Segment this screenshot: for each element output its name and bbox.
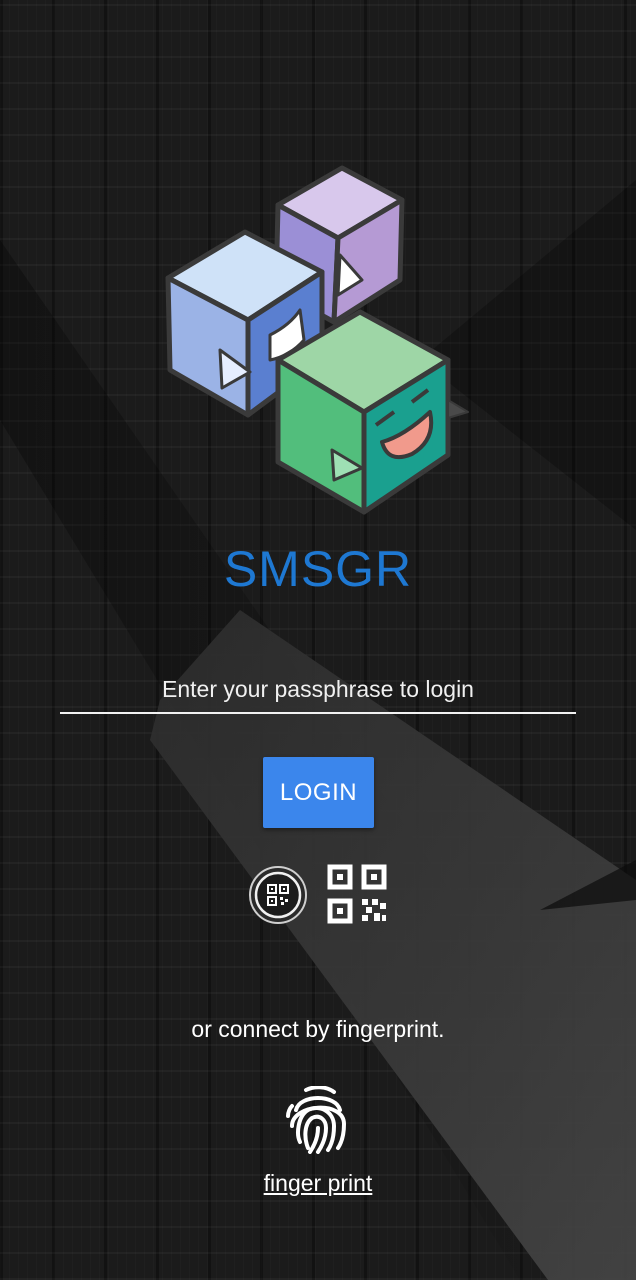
app-title: SMSGR [223, 541, 413, 597]
app-logo [165, 165, 469, 515]
fingerprint-icon[interactable] [286, 1086, 350, 1154]
login-button[interactable]: LOGIN [263, 757, 374, 828]
login-screen: SMSGR LOGIN or connect by fingerprint. f… [0, 0, 636, 1280]
fingerprint-prompt: or connect by fingerprint. [191, 1016, 445, 1042]
passphrase-input[interactable] [60, 672, 576, 714]
qr-code-circle-icon[interactable] [248, 865, 308, 925]
fingerprint-link[interactable]: finger print [0, 1170, 636, 1197]
qr-code-icon[interactable] [326, 863, 388, 925]
